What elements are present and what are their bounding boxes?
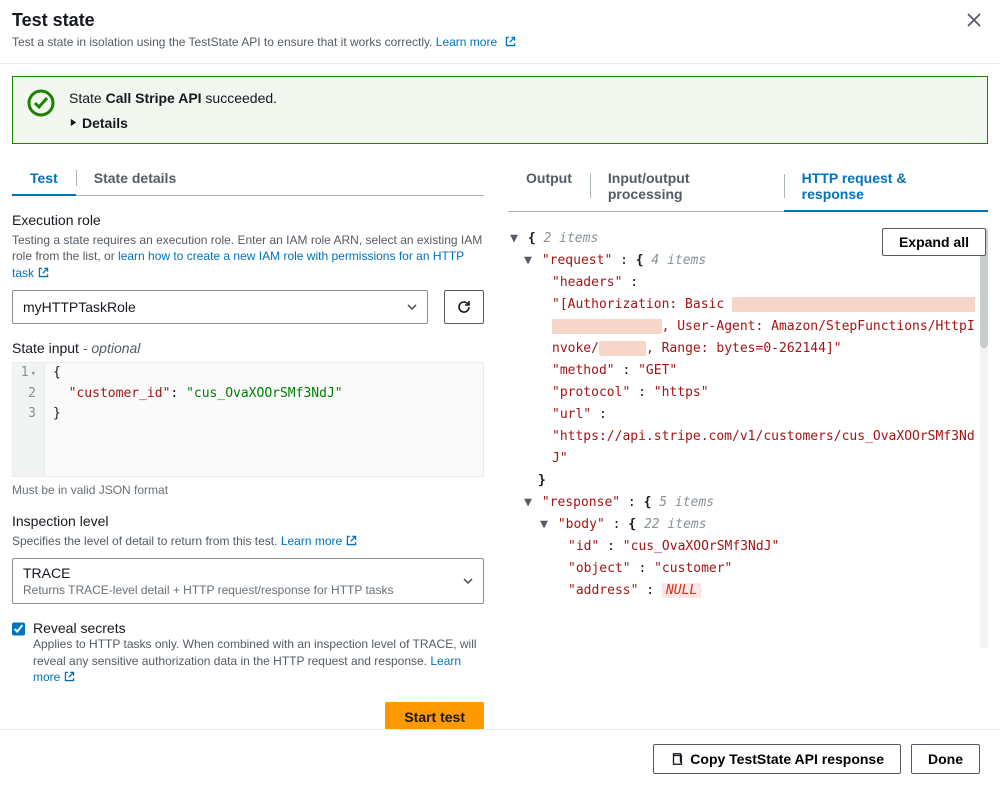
inspection-learn-more-link[interactable]: Learn more (281, 534, 358, 548)
external-link-icon (504, 35, 517, 51)
tab-http[interactable]: HTTP request & response (784, 162, 988, 212)
refresh-icon (456, 299, 472, 315)
header-learn-more-link[interactable]: Learn more (436, 35, 517, 49)
inspection-select[interactable]: TRACE Returns TRACE-level detail + HTTP … (12, 558, 484, 604)
scrollbar[interactable] (980, 228, 988, 648)
copy-icon (670, 752, 684, 766)
state-input-note: Must be in valid JSON format (12, 483, 484, 497)
external-link-icon (37, 266, 50, 284)
toggle-icon[interactable]: ▼ (538, 514, 550, 536)
left-tabs: Test State details (12, 162, 484, 196)
exec-role-help: Testing a state requires an execution ro… (12, 232, 484, 284)
success-alert: State Call Stripe API succeeded. Details (12, 76, 988, 144)
external-link-icon (63, 670, 76, 688)
modal-subtitle: Test a state in isolation using the Test… (12, 35, 980, 51)
tab-test[interactable]: Test (12, 162, 76, 196)
modal-header: Test state Test a state in isolation usi… (0, 0, 1000, 64)
modal-title: Test state (12, 10, 980, 31)
close-icon (966, 12, 982, 28)
toggle-icon[interactable]: ▼ (522, 250, 534, 272)
state-input-label: State input - optional (12, 340, 484, 356)
exec-role-value: myHTTPTaskRole (23, 299, 136, 315)
tab-state-details[interactable]: State details (76, 162, 194, 196)
start-test-button[interactable]: Start test (385, 702, 484, 729)
toggle-icon[interactable]: ▼ (508, 228, 520, 250)
caret-down-icon (407, 299, 417, 315)
caret-right-icon (69, 118, 78, 127)
refresh-roles-button[interactable] (444, 290, 484, 324)
reveal-secrets-checkbox[interactable] (12, 622, 25, 636)
expand-all-button[interactable]: Expand all (882, 228, 986, 256)
success-icon (27, 89, 55, 117)
alert-message: State Call Stripe API succeeded. (69, 89, 277, 109)
toggle-icon[interactable]: ▼ (522, 492, 534, 514)
inspection-help: Specifies the level of detail to return … (12, 533, 484, 552)
done-button[interactable]: Done (911, 744, 980, 774)
exec-role-label: Execution role (12, 212, 484, 228)
alert-details-toggle[interactable]: Details (69, 115, 277, 131)
close-button[interactable] (964, 10, 984, 30)
inspection-label: Inspection level (12, 513, 484, 529)
exec-role-select[interactable]: myHTTPTaskRole (12, 290, 428, 324)
copy-response-button[interactable]: Copy TestState API response (653, 744, 901, 774)
external-link-icon (345, 534, 358, 552)
json-viewer[interactable]: Expand all ▼ { 2 items ▼ "request" : { 4… (508, 228, 988, 717)
tab-io-processing[interactable]: Input/output processing (590, 162, 784, 212)
right-tabs: Output Input/output processing HTTP requ… (508, 162, 988, 212)
caret-down-icon (463, 573, 473, 589)
tab-output[interactable]: Output (508, 162, 590, 212)
reveal-secrets-help: Applies to HTTP tasks only. When combine… (33, 636, 484, 688)
modal-footer: Copy TestState API response Done (0, 729, 1000, 788)
state-input-editor[interactable]: 1▾{ 2 "customer_id": "cus_OvaXOOrSMf3NdJ… (12, 362, 484, 477)
reveal-secrets-label: Reveal secrets (33, 620, 484, 636)
